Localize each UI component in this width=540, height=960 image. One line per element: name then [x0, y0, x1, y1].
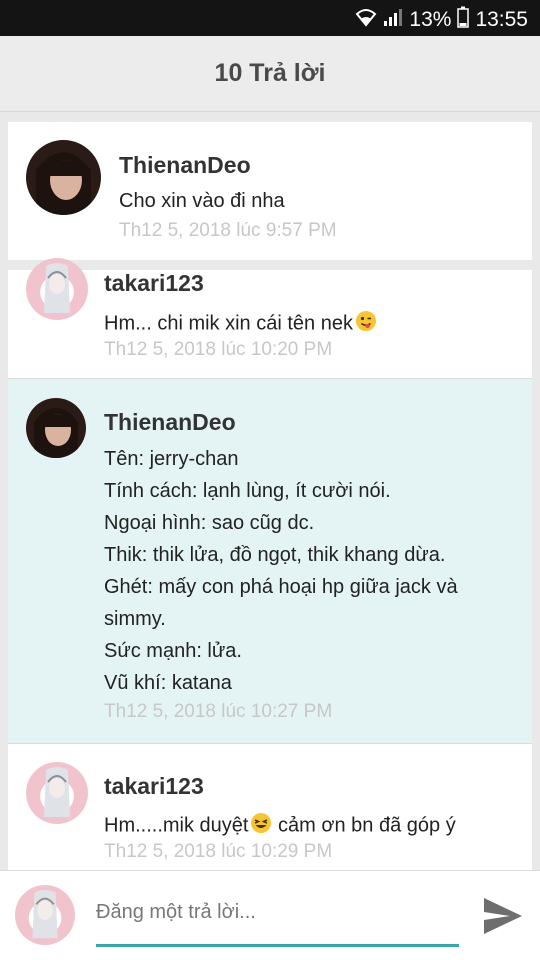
comment-text-line: Ngoại hình: sao cũg dc.	[104, 512, 315, 534]
comment-timestamp: Th12 5, 2018 lúc 10:20 PM	[104, 339, 333, 360]
comment-list[interactable]: ThienanDeo Cho xin vào đi nha Th12 5, 20…	[8, 112, 532, 870]
comment-item[interactable]: takari123 Hm.....mik duyệt cảm ơn bn đã …	[8, 744, 532, 870]
comment-author[interactable]: ThienanDeo	[104, 409, 236, 436]
comment-text: Hm.....mik duyệt cảm ơn bn đã góp ý	[104, 812, 456, 840]
comment-timestamp: Th12 5, 2018 lúc 10:29 PM	[104, 841, 333, 862]
comment-item[interactable]: ThienanDeo Cho xin vào đi nha Th12 5, 20…	[8, 122, 532, 260]
comment-text-part: Hm.....mik duyệt	[104, 814, 249, 837]
comment-text-line: Thik: thik lửa, đồ ngọt, thik khang dừa.	[104, 544, 446, 566]
comment-author[interactable]: ThienanDeo	[119, 152, 251, 179]
comment-text-line: Tên: jerry-chan	[104, 448, 239, 470]
signal-icon	[383, 7, 403, 33]
comment-text-line: Sức mạnh: lửa.	[104, 640, 242, 662]
app-bar: 10 Trả lời	[0, 36, 540, 112]
reply-composer: Đăng một trả lời...	[0, 870, 540, 960]
comment-text-line: simmy.	[104, 608, 166, 630]
comment-item-highlighted[interactable]: ThienanDeo Tên: jerry-chan Tính cách: lạ…	[8, 379, 532, 743]
battery-icon	[457, 6, 470, 34]
wifi-icon	[355, 7, 377, 33]
comment-timestamp: Th12 5, 2018 lúc 10:27 PM	[104, 701, 333, 722]
comment-text: Hm... chi mik xin cái tên nek	[104, 310, 377, 338]
send-icon	[484, 898, 522, 934]
page-title: 10 Trả lời	[214, 59, 326, 87]
current-user-avatar	[15, 885, 75, 945]
comment-author[interactable]: takari123	[104, 773, 204, 800]
comment-text-part: cảm ơn bn đã góp ý	[278, 814, 456, 837]
comment-text: Cho xin vào đi nha	[119, 190, 285, 212]
comment-timestamp: Th12 5, 2018 lúc 9:57 PM	[119, 220, 337, 241]
status-bar: 13% 13:55	[0, 0, 540, 36]
comment-text-line: Hm... chi mik xin cái tên nek	[104, 312, 353, 335]
comment-text-line: Tính cách: lạnh lùng, ít cười nói.	[104, 480, 391, 502]
status-time: 13:55	[475, 8, 528, 31]
comment-text-line: Ghét: mấy con phá hoại hp giữa jack và	[104, 576, 458, 598]
laughing-emoji-icon	[250, 812, 272, 840]
avatar[interactable]	[26, 398, 86, 458]
send-button[interactable]	[482, 895, 524, 937]
avatar[interactable]	[26, 762, 88, 824]
avatar[interactable]	[26, 258, 88, 320]
reply-input[interactable]: Đăng một trả lời...	[96, 891, 459, 947]
comment-text-line: Vũ khí: katana	[104, 672, 232, 694]
comment-item[interactable]: takari123 Hm... chi mik xin cái tên nek …	[8, 258, 532, 378]
wink-tongue-emoji-icon	[355, 310, 377, 338]
comment-author[interactable]: takari123	[104, 270, 204, 297]
avatar[interactable]	[26, 140, 101, 215]
battery-percent: 13%	[409, 8, 452, 31]
